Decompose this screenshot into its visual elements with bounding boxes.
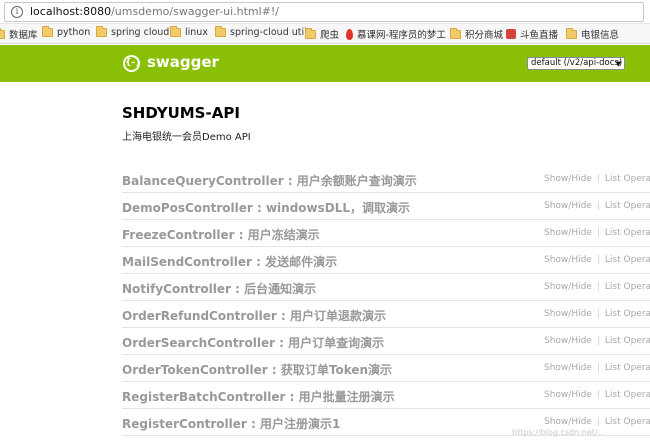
resource-row: OrderSearchController : 用户订单查询演示 Show/Hi… <box>122 328 650 355</box>
list-operations-link[interactable]: List Operations <box>605 309 650 319</box>
ops-separator: | <box>596 417 600 427</box>
folder-icon <box>450 27 461 39</box>
resource-name-link[interactable]: MailSendController : 发送邮件演示 <box>122 253 337 270</box>
resource-ops: Show/Hide | List Operations <box>544 201 650 211</box>
url-host: localhost:8080 <box>30 5 112 18</box>
ops-separator: | <box>596 282 600 292</box>
resource-ops: Show/Hide | List Operations <box>544 363 650 373</box>
show-hide-link[interactable]: Show/Hide <box>544 282 592 292</box>
show-hide-link[interactable]: Show/Hide <box>544 417 592 427</box>
list-operations-link[interactable]: List Operations <box>605 417 650 427</box>
browser-address-bar: i localhost:8080/umsdemo/swagger-ui.html… <box>0 0 650 24</box>
chevron-down-icon: ▼ <box>615 60 621 68</box>
flag-icon <box>506 29 516 39</box>
list-operations-link[interactable]: List Operations <box>605 228 650 238</box>
url-text[interactable]: localhost:8080/umsdemo/swagger-ui.html#!… <box>30 5 279 18</box>
bookmark-item[interactable]: spring-cloud util <box>215 26 307 38</box>
resource-row: RegisterBatchController : 用户批量注册演示 Show/… <box>122 382 650 409</box>
resource-name-link[interactable]: RegisterBatchController : 用户批量注册演示 <box>122 388 395 405</box>
resource-ops: Show/Hide | List Operations <box>544 417 650 427</box>
resource-name-link[interactable]: FreezeController : 用户冻结演示 <box>122 226 320 243</box>
list-operations-link[interactable]: List Operations <box>605 363 650 373</box>
bookmark-item[interactable]: 爬虫 <box>305 27 339 41</box>
resource-ops: Show/Hide | List Operations <box>544 282 650 292</box>
resource-row: OrderRefundController : 用户订单退款演示 Show/Hi… <box>122 301 650 328</box>
show-hide-link[interactable]: Show/Hide <box>544 174 592 184</box>
show-hide-link[interactable]: Show/Hide <box>544 228 592 238</box>
spec-select-dropdown[interactable]: default (/v2/api-docs) ▼ <box>527 57 625 70</box>
resource-row: MailSendController : 发送邮件演示 Show/Hide | Li… <box>122 247 650 274</box>
list-operations-link[interactable]: List Operations <box>605 336 650 346</box>
resource-ops: Show/Hide | List Operations <box>544 255 650 265</box>
resource-ops: Show/Hide | List Operations <box>544 390 650 400</box>
resource-name-link[interactable]: DemoPosController : windowsDLL，调取演示 <box>122 199 410 216</box>
url-path: /umsdemo/swagger-ui.html#!/ <box>111 5 280 18</box>
list-operations-link[interactable]: List Operations <box>605 201 650 211</box>
show-hide-link[interactable]: Show/Hide <box>544 336 592 346</box>
folder-icon <box>170 26 181 37</box>
show-hide-link[interactable]: Show/Hide <box>544 255 592 265</box>
bookmark-item[interactable]: 斗鱼直播 <box>506 27 558 41</box>
ops-separator: | <box>596 228 600 238</box>
list-operations-link[interactable]: List Operations <box>605 390 650 400</box>
folder-icon <box>566 27 577 39</box>
resource-name-link[interactable]: OrderSearchController : 用户订单查询演示 <box>122 334 384 351</box>
swagger-logo-icon[interactable]: {-} <box>123 55 142 72</box>
resource-name-link[interactable]: BalanceQueryController : 用户余额账户查询演示 <box>122 172 417 189</box>
resource-name-link[interactable]: OrderRefundController : 用户订单退款演示 <box>122 307 386 324</box>
ops-separator: | <box>596 174 600 184</box>
folder-icon <box>42 26 53 37</box>
folder-icon <box>0 27 5 39</box>
swagger-logo-text[interactable]: swagger <box>147 53 219 71</box>
list-operations-link[interactable]: List Operations <box>605 282 650 292</box>
ops-separator: | <box>596 201 600 211</box>
show-hide-link[interactable]: Show/Hide <box>544 390 592 400</box>
watermark: https://blog.csdn.net/... <box>512 428 606 437</box>
bookmark-item[interactable]: linux <box>170 26 208 38</box>
show-hide-link[interactable]: Show/Hide <box>544 309 592 319</box>
bookmark-item[interactable]: 电银信息 <box>566 27 619 41</box>
bookmark-item[interactable]: 数据库 <box>0 27 38 41</box>
resource-row: NotifyController : 后台通知演示 Show/Hide | List… <box>122 274 650 301</box>
ops-separator: | <box>596 336 600 346</box>
info-icon[interactable]: i <box>11 6 23 18</box>
resource-row: FreezeController : 用户冻结演示 Show/Hide | List… <box>122 220 650 247</box>
resource-ops: Show/Hide | List Operations <box>544 309 650 319</box>
ops-separator: | <box>596 390 600 400</box>
api-description: 上海电银统一会员Demo API <box>122 132 251 143</box>
flame-icon <box>346 28 353 40</box>
list-operations-link[interactable]: List Operations <box>605 255 650 265</box>
resource-name-link[interactable]: NotifyController : 后台通知演示 <box>122 280 316 297</box>
ops-separator: | <box>596 309 600 319</box>
folder-icon <box>215 26 226 37</box>
bookmark-item[interactable]: spring cloud <box>96 26 169 38</box>
ops-separator: | <box>596 363 600 373</box>
bookmarks-bar: 数据库 python spring cloud linux spring-clo… <box>0 24 650 44</box>
list-operations-link[interactable]: List Operations <box>605 174 650 184</box>
show-hide-link[interactable]: Show/Hide <box>544 201 592 211</box>
resource-name-link[interactable]: RegisterController : 用户注册演示1 <box>122 415 340 432</box>
bookmark-item[interactable]: 积分商城 <box>450 27 503 41</box>
api-title: SHDYUMS-API <box>122 104 240 122</box>
resource-ops: Show/Hide | List Operations <box>544 228 650 238</box>
swagger-header: {-} swagger default (/v2/api-docs) ▼ <box>0 45 650 82</box>
url-field[interactable]: i localhost:8080/umsdemo/swagger-ui.html… <box>4 2 644 22</box>
folder-icon <box>96 26 107 37</box>
ops-separator: | <box>596 255 600 265</box>
resource-row: OrderTokenController : 获取订单Token演示 Show/… <box>122 355 650 382</box>
folder-icon <box>305 27 316 39</box>
resource-row: BalanceQueryController : 用户余额账户查询演示 Show… <box>122 166 650 193</box>
resource-name-link[interactable]: OrderTokenController : 获取订单Token演示 <box>122 361 392 378</box>
show-hide-link[interactable]: Show/Hide <box>544 363 592 373</box>
bookmark-item[interactable]: python <box>42 26 90 38</box>
bookmark-item[interactable]: 慕课网-程序员的梦工 <box>346 27 446 41</box>
resource-ops: Show/Hide | List Operations <box>544 174 650 184</box>
spec-select-value: default (/v2/api-docs) <box>531 58 623 68</box>
resource-row: DemoPosController : windowsDLL，调取演示 Show… <box>122 193 650 220</box>
resource-ops: Show/Hide | List Operations <box>544 336 650 346</box>
